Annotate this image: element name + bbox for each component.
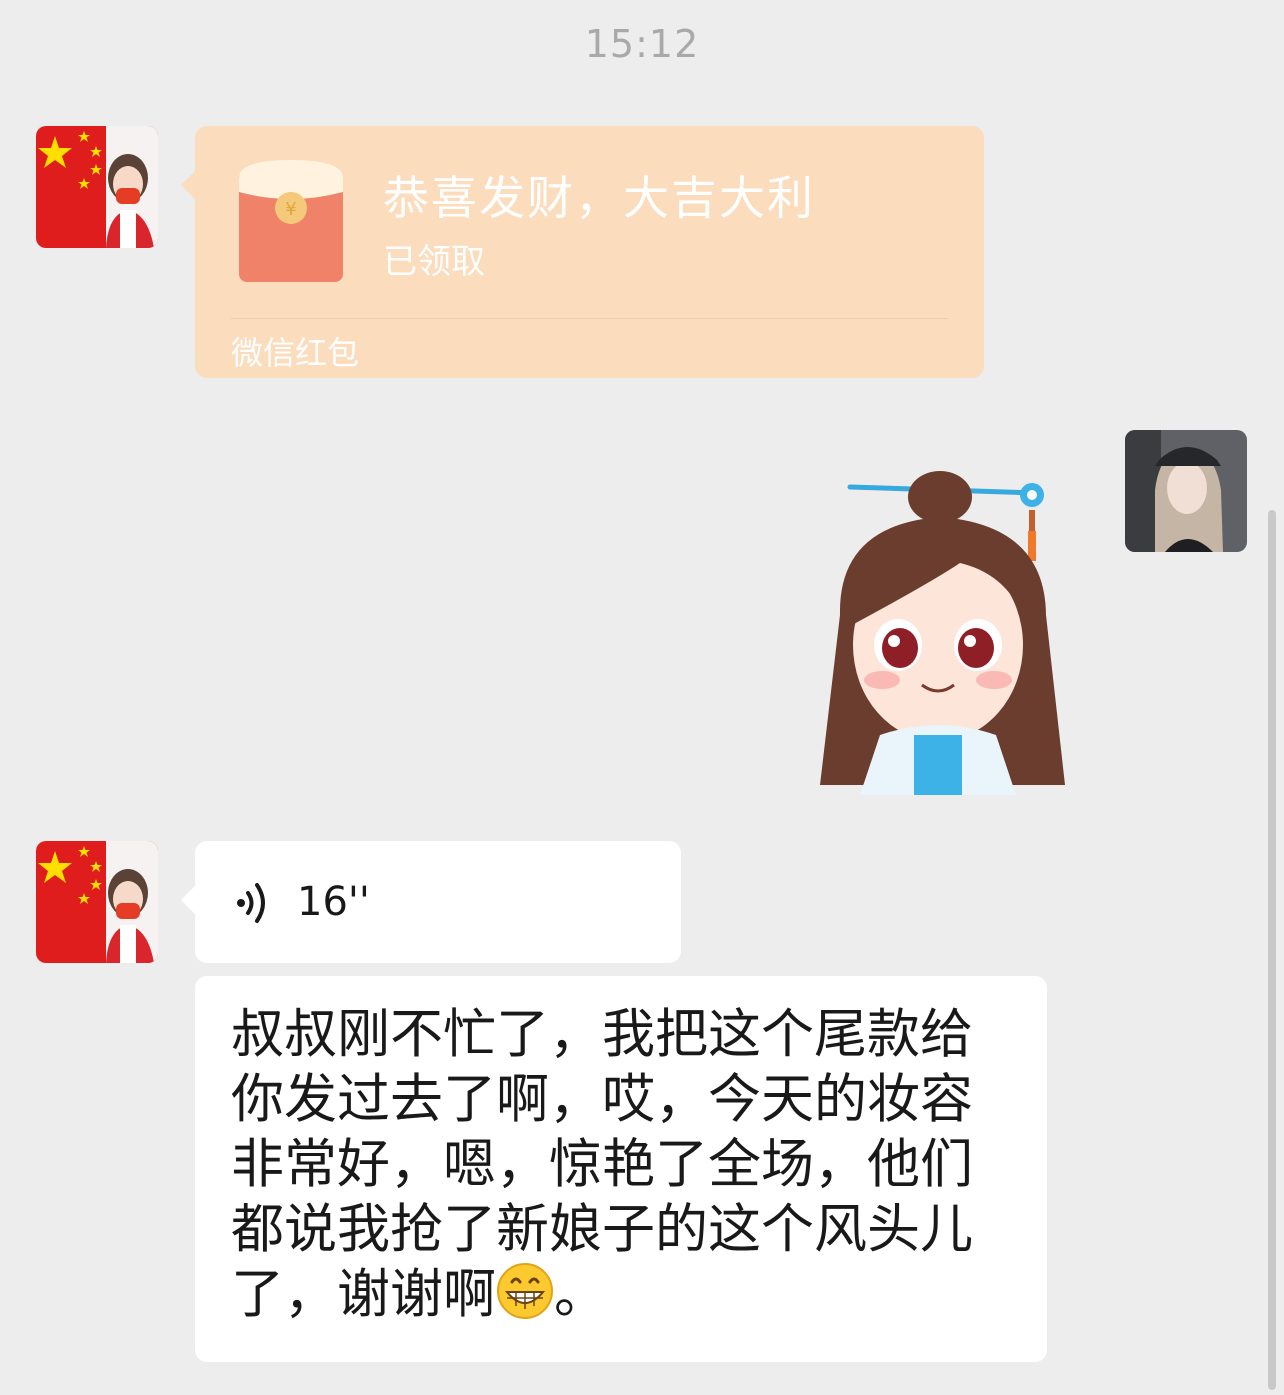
contact-avatar[interactable] <box>36 841 158 963</box>
grinning-face-icon <box>496 1262 554 1320</box>
text-message[interactable]: 叔叔刚不忙了，我把这个尾款给你发过去了啊，哎，今天的妆容非常好，嗯，惊艳了全场，… <box>195 976 1047 1362</box>
contact-avatar[interactable] <box>36 126 158 248</box>
red-envelope-icon: ¥ <box>239 160 343 282</box>
red-packet-message[interactable]: ¥ 恭喜发财，大吉大利 已领取 微信红包 <box>195 126 984 378</box>
red-packet-title: 恭喜发财，大吉大利 <box>383 171 815 225</box>
svg-text:¥: ¥ <box>285 199 296 220</box>
voice-message[interactable]: 16'' <box>195 841 681 963</box>
girl-sticker-image[interactable] <box>810 465 1080 795</box>
red-packet-status: 已领取 <box>383 242 485 282</box>
message-text: 叔叔刚不忙了，我把这个尾款给你发过去了啊，哎，今天的妆容非常好，嗯，惊艳了全场，… <box>231 1002 1021 1327</box>
chat-timestamp: 15:12 <box>584 22 700 66</box>
divider <box>231 318 948 319</box>
scrollbar[interactable] <box>1268 510 1276 1390</box>
red-packet-footer: 微信红包 <box>231 334 360 372</box>
voice-wave-icon <box>235 881 271 925</box>
voice-duration: 16'' <box>297 879 370 925</box>
bubble-tail <box>181 171 195 199</box>
message-end-punctuation: 。 <box>554 1264 607 1325</box>
self-avatar[interactable] <box>1125 430 1247 552</box>
bubble-tail <box>181 886 195 914</box>
